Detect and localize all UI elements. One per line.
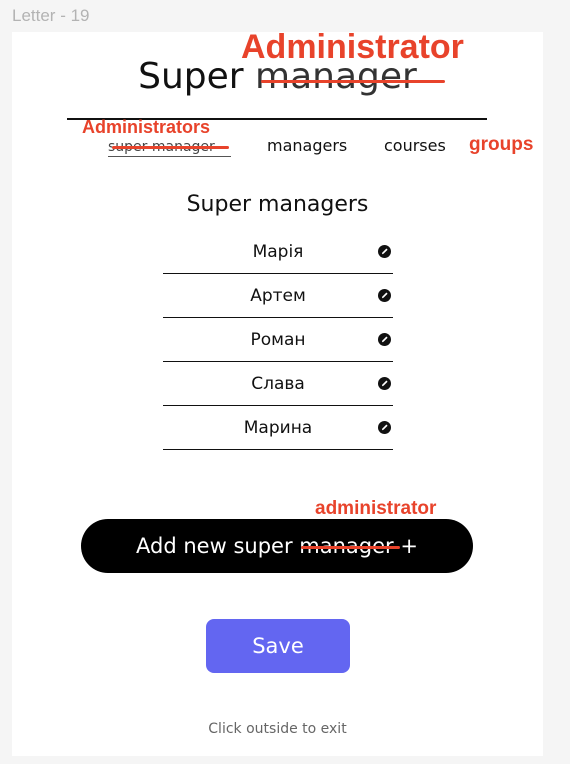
managers-list: Марія Артем Роман Слава Марина [163, 230, 393, 450]
add-button-prefix: Add new super [136, 534, 293, 558]
modal-card: Super manager Administrator Administrato… [12, 28, 543, 756]
pencil-icon[interactable] [378, 421, 391, 434]
tab-strike-line [112, 146, 229, 149]
title-correction-note: Administrator [241, 28, 464, 66]
title-strike-line [261, 80, 445, 83]
add-button-struck-word: manager [299, 534, 400, 558]
tab-correction-note: Administrators [82, 117, 211, 137]
list-item: Слава [163, 362, 393, 406]
pencil-icon[interactable] [378, 245, 391, 258]
manager-name: Артем [250, 285, 306, 306]
tab-groups-note: groups [469, 134, 534, 155]
tab-super-manager-wrap: super manager [108, 136, 229, 155]
add-button-correction-note: administrator [315, 498, 437, 519]
list-item: Роман [163, 318, 393, 362]
title-prefix: Super [138, 56, 244, 97]
pencil-icon[interactable] [378, 289, 391, 302]
list-item: Артем [163, 274, 393, 318]
tab-managers[interactable]: managers [267, 136, 347, 155]
list-item: Марія [163, 230, 393, 274]
section-title: Super managers [186, 192, 369, 217]
manager-name: Роман [250, 329, 306, 350]
save-button[interactable]: Save [206, 619, 350, 673]
pencil-icon[interactable] [378, 377, 391, 390]
active-tab-underline [108, 156, 231, 157]
pencil-icon[interactable] [378, 333, 391, 346]
exit-hint: Click outside to exit [208, 721, 347, 737]
add-button-suffix: + [400, 534, 418, 558]
list-item: Марина [163, 406, 393, 450]
frame-label: Letter - 19 [12, 6, 90, 25]
manager-name: Марина [243, 417, 313, 438]
manager-name: Слава [251, 373, 305, 394]
tab-courses[interactable]: courses [384, 136, 446, 155]
add-button-strike-line [301, 546, 400, 549]
manager-name: Марія [252, 241, 304, 262]
tab-super-manager[interactable]: super manager [108, 136, 229, 155]
add-super-manager-button[interactable]: Add new super manager + [81, 519, 473, 573]
